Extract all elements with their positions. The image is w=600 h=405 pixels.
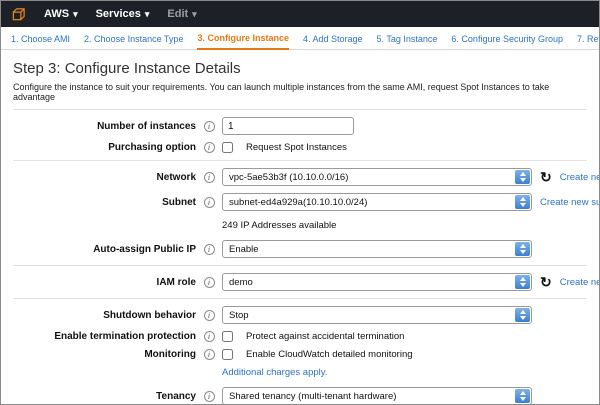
- info-icon[interactable]: [204, 277, 215, 288]
- aws-logo-icon[interactable]: [11, 7, 26, 22]
- menu-edit-label: Edit: [167, 8, 188, 20]
- shutdown-behavior-select-value: Stop: [229, 310, 249, 321]
- tab-choose-instance-type[interactable]: 2. Choose Instance Type: [84, 34, 183, 49]
- divider: [13, 109, 587, 110]
- subnet-ip-availability-note: 249 IP Addresses available: [222, 220, 336, 231]
- tab-configure-instance[interactable]: 3. Configure Instance: [197, 33, 289, 50]
- row-shutdown-behavior: Shutdown behavior Stop: [13, 306, 587, 324]
- cloudwatch-monitoring-checkbox-label: Enable CloudWatch detailed monitoring: [246, 349, 413, 360]
- menu-services[interactable]: Services: [96, 8, 150, 20]
- iam-role-select-value: demo: [229, 277, 253, 288]
- menu-edit[interactable]: Edit: [167, 8, 196, 20]
- tab-tag-instance[interactable]: 5. Tag Instance: [377, 34, 438, 49]
- iam-role-select[interactable]: demo: [222, 273, 532, 291]
- info-icon[interactable]: [204, 197, 215, 208]
- tenancy-select-value: Shared tenancy (multi-tenant hardware): [229, 391, 396, 402]
- main-content: Step 3: Configure Instance Details Confi…: [1, 50, 599, 405]
- select-arrows-icon: [515, 308, 530, 322]
- row-iam-role: IAM role demo Create new IAM role: [13, 273, 587, 291]
- info-icon[interactable]: [204, 244, 215, 255]
- create-new-vpc-link[interactable]: Create new VPC: [560, 172, 600, 183]
- tenancy-select[interactable]: Shared tenancy (multi-tenant hardware): [222, 387, 532, 405]
- info-icon[interactable]: [204, 142, 215, 153]
- chevron-down-icon: [73, 8, 78, 20]
- number-of-instances-label: Number of instances: [13, 121, 196, 132]
- top-navigation-bar: AWS Services Edit: [1, 1, 599, 27]
- wizard-steps-bar: 1. Choose AMI 2. Choose Instance Type 3.…: [1, 27, 599, 50]
- page-title: Step 3: Configure Instance Details: [13, 60, 587, 77]
- row-number-of-instances: Number of instances: [13, 117, 587, 135]
- network-select-value: vpc-5ae53b3f (10.10.0.0/16): [229, 172, 348, 183]
- divider: [13, 160, 587, 161]
- aws-console-window: AWS Services Edit 1. Choose AMI 2. Choos…: [0, 0, 600, 405]
- row-tenancy: Tenancy Shared tenancy (multi-tenant har…: [13, 387, 587, 405]
- info-icon[interactable]: [204, 391, 215, 402]
- shutdown-behavior-select[interactable]: Stop: [222, 306, 532, 324]
- network-label: Network: [13, 172, 196, 183]
- shutdown-behavior-label: Shutdown behavior: [13, 310, 196, 321]
- row-monitoring: Monitoring Enable CloudWatch detailed mo…: [13, 349, 587, 360]
- tab-review[interactable]: 7. Review: [577, 34, 600, 49]
- refresh-icon[interactable]: [540, 275, 552, 289]
- row-termination-protection: Enable termination protection Protect ag…: [13, 331, 587, 342]
- tab-choose-ami[interactable]: 1. Choose AMI: [11, 34, 70, 49]
- iam-role-label: IAM role: [13, 277, 196, 288]
- create-new-subnet-link[interactable]: Create new subnet: [540, 197, 600, 208]
- chevron-down-icon: [192, 8, 197, 20]
- cloudwatch-monitoring-checkbox[interactable]: [222, 349, 233, 360]
- subnet-label: Subnet: [13, 197, 196, 208]
- select-arrows-icon: [515, 170, 530, 184]
- request-spot-instances-label: Request Spot Instances: [246, 142, 347, 153]
- chevron-down-icon: [145, 8, 150, 20]
- info-icon[interactable]: [204, 331, 215, 342]
- create-new-iam-role-link[interactable]: Create new IAM role: [560, 277, 600, 288]
- network-select[interactable]: vpc-5ae53b3f (10.10.0.0/16): [222, 168, 532, 186]
- select-arrows-icon: [515, 195, 530, 209]
- select-arrows-icon: [515, 275, 530, 289]
- select-arrows-icon: [515, 242, 530, 256]
- auto-assign-public-ip-select[interactable]: Enable: [222, 240, 532, 258]
- row-auto-assign-public-ip: Auto-assign Public IP Enable: [13, 240, 587, 258]
- request-spot-instances-checkbox[interactable]: [222, 142, 233, 153]
- tab-configure-security-group[interactable]: 6. Configure Security Group: [451, 34, 563, 49]
- number-of-instances-input[interactable]: [222, 117, 354, 135]
- menu-services-label: Services: [96, 8, 141, 20]
- row-subnet: Subnet subnet-ed4a929a(10.10.10.0/24) Cr…: [13, 193, 587, 211]
- info-icon[interactable]: [204, 349, 215, 360]
- purchasing-option-label: Purchasing option: [13, 142, 196, 153]
- refresh-icon[interactable]: [540, 170, 552, 184]
- tab-add-storage[interactable]: 4. Add Storage: [303, 34, 363, 49]
- subnet-select-value: subnet-ed4a929a(10.10.10.0/24): [229, 197, 367, 208]
- info-icon[interactable]: [204, 172, 215, 183]
- select-arrows-icon: [515, 389, 530, 403]
- auto-assign-public-ip-select-value: Enable: [229, 244, 259, 255]
- termination-protection-checkbox-label: Protect against accidental termination: [246, 331, 404, 342]
- info-icon[interactable]: [204, 310, 215, 321]
- divider: [13, 298, 587, 299]
- tenancy-label: Tenancy: [13, 391, 196, 402]
- menu-aws-label: AWS: [44, 8, 69, 20]
- termination-protection-checkbox[interactable]: [222, 331, 233, 342]
- monitoring-label: Monitoring: [13, 349, 196, 360]
- page-description: Configure the instance to suit your requ…: [13, 82, 587, 102]
- row-purchasing-option: Purchasing option Request Spot Instances: [13, 142, 587, 153]
- info-icon[interactable]: [204, 121, 215, 132]
- divider: [13, 265, 587, 266]
- menu-aws[interactable]: AWS: [44, 8, 78, 20]
- row-network: Network vpc-5ae53b3f (10.10.0.0/16) Crea…: [13, 168, 587, 186]
- auto-assign-public-ip-label: Auto-assign Public IP: [13, 244, 196, 255]
- monitoring-additional-charges-link[interactable]: Additional charges apply.: [222, 367, 327, 378]
- termination-protection-label: Enable termination protection: [13, 331, 196, 342]
- subnet-select[interactable]: subnet-ed4a929a(10.10.10.0/24): [222, 193, 532, 211]
